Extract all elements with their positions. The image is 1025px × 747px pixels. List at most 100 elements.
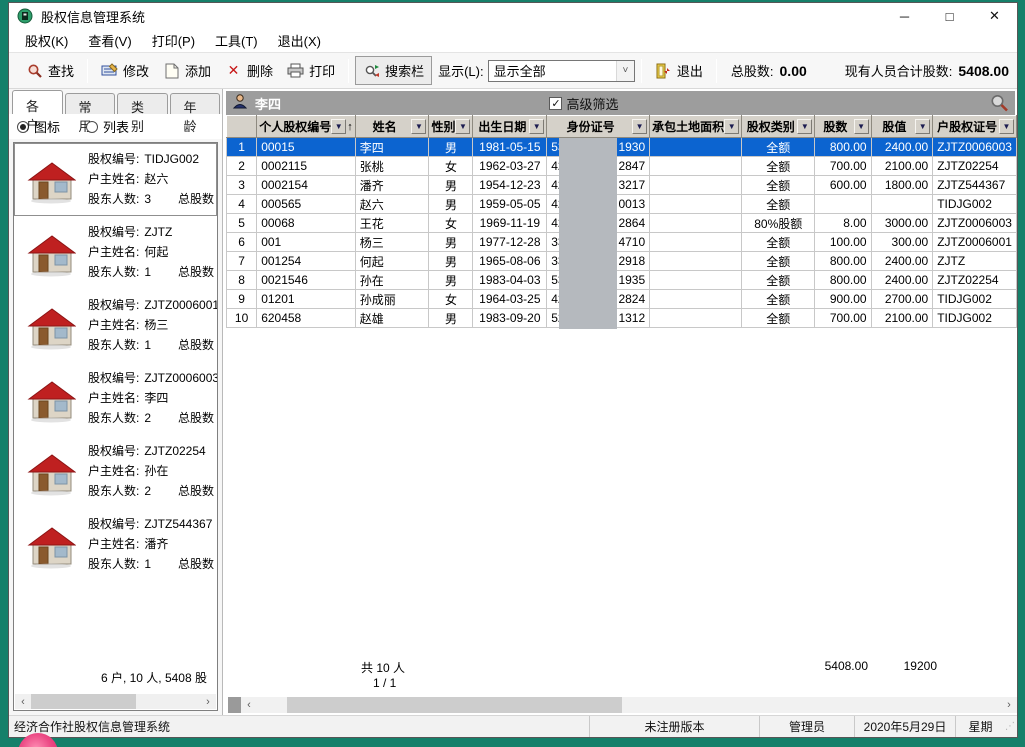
filter-dropdown-icon[interactable]: ▼ xyxy=(999,119,1014,134)
scrollbar-thumb[interactable] xyxy=(287,697,622,713)
owner-name: 潘齐 xyxy=(144,537,168,551)
cell-sex: 男 xyxy=(429,271,473,290)
tab-common[interactable]: 常用 xyxy=(65,93,116,114)
scrollbar-track[interactable] xyxy=(31,694,200,709)
table-row[interactable]: 500068王花女1969-11-1942112286480%股额8.00300… xyxy=(227,214,1017,233)
owner-label: 户主姓名: xyxy=(88,172,139,186)
household-item[interactable]: 股权编号:ZJTZ 户主姓名:何起 股东人数:1总股数 xyxy=(14,216,217,289)
table-row[interactable]: 30002154潘齐男1954-12-23421123217全额600.0018… xyxy=(227,176,1017,195)
menu-item-print[interactable]: 打印(P) xyxy=(142,29,205,52)
household-item[interactable]: 股权编号:ZJTZ0006003 户主姓名:李四 股东人数:2总股数 xyxy=(14,362,217,435)
new-document-icon xyxy=(163,62,180,79)
tab-category[interactable]: 类别 xyxy=(117,93,168,114)
add-button[interactable]: 添加 xyxy=(156,57,218,84)
filter-dropdown-icon[interactable]: ▼ xyxy=(632,119,647,134)
menu-item-equity[interactable]: 股权(K) xyxy=(15,29,78,52)
status-weekday: 星期 xyxy=(955,716,1005,737)
cell-value: 2100.00 xyxy=(871,157,933,176)
household-item[interactable]: 股权编号:TIDJG002 户主姓名:赵六 股东人数:3总股数 xyxy=(14,143,217,216)
equity-code: TIDJG002 xyxy=(144,152,199,166)
scroll-left-icon[interactable]: ‹ xyxy=(15,694,31,709)
column-header-9[interactable]: 股值▼ xyxy=(871,116,933,138)
filter-dropdown-icon[interactable]: ▼ xyxy=(411,119,426,134)
cell-birth: 1977-12-28 xyxy=(473,233,547,252)
table-row[interactable]: 20002115张桃女1962-03-27421122847全额700.0021… xyxy=(227,157,1017,176)
menu-item-exit[interactable]: 退出(X) xyxy=(268,29,331,52)
column-header-6[interactable]: 承包土地面积▼ xyxy=(650,116,742,138)
column-header-4[interactable]: 出生日期▼ xyxy=(473,116,547,138)
filter-dropdown-icon[interactable]: ▼ xyxy=(455,119,470,134)
house-icon xyxy=(26,522,76,570)
column-header-10[interactable]: 户股权证号▼ xyxy=(933,116,1017,138)
table-row[interactable]: 10620458赵雄男1983-09-20522321312全额700.0021… xyxy=(227,309,1017,328)
filter-dropdown-icon[interactable]: ▼ xyxy=(529,119,544,134)
close-button[interactable]: ✕ xyxy=(972,3,1017,29)
status-bar: 经济合作社股权信息管理系统 未注册版本 管理员 2020年5月29日 星期 ⋰ xyxy=(9,715,1017,737)
maximize-button[interactable]: □ xyxy=(927,3,972,29)
print-button[interactable]: 打印 xyxy=(280,57,342,84)
view-list-radio[interactable]: 列表 xyxy=(86,117,129,136)
magnifier-icon[interactable] xyxy=(989,93,1009,113)
filter-dropdown-icon[interactable]: ▼ xyxy=(915,119,930,134)
current-shares-stat: 现有人员合计股数: 5408.00 xyxy=(845,61,1009,80)
column-header-5[interactable]: 身份证号▼ xyxy=(547,116,650,138)
sidebar: 各户 常用 类别 年龄 图标 列表 xyxy=(9,89,223,715)
scrollbar-track[interactable] xyxy=(257,697,1001,713)
tab-age[interactable]: 年龄 xyxy=(170,93,221,114)
filter-dropdown-icon[interactable]: ▼ xyxy=(724,119,739,134)
table-row[interactable]: 80021546孙在男1983-04-03530321935全额800.0024… xyxy=(227,271,1017,290)
main-hscrollbar[interactable]: ‹ › xyxy=(228,697,1017,713)
table-row[interactable]: 6001杨三男1977-12-28332604710全额100.00300.00… xyxy=(227,233,1017,252)
scroll-right-icon[interactable]: › xyxy=(1001,697,1017,713)
household-item[interactable]: 股权编号:ZJTZ544367 户主姓名:潘齐 股东人数:1总股数 xyxy=(14,508,217,581)
scroll-right-icon[interactable]: › xyxy=(200,694,216,709)
chevron-down-icon[interactable]: ˅ xyxy=(616,61,634,81)
menu-item-view[interactable]: 查看(V) xyxy=(78,29,141,52)
display-select[interactable]: 显示全部 ˅ xyxy=(488,60,635,82)
scrollbar-thumb[interactable] xyxy=(31,694,136,709)
total-label: 总股数 xyxy=(178,192,214,206)
searchbar-toggle-button[interactable]: 搜索栏 xyxy=(355,56,432,85)
toolbar-separator xyxy=(716,59,717,83)
column-header-1[interactable]: 个人股权编号▼↑ xyxy=(257,116,356,138)
edit-button[interactable]: 修改 xyxy=(94,57,156,84)
cell-land xyxy=(650,195,742,214)
table-row[interactable]: 4000565赵六男1959-05-05421120013全额TIDJG002 xyxy=(227,195,1017,214)
scroll-left-icon[interactable]: ‹ xyxy=(241,697,257,713)
tab-households[interactable]: 各户 xyxy=(12,90,63,114)
cell-value: 2400.00 xyxy=(871,271,933,290)
table-row[interactable]: 100015李四男1981-05-15532221930全额800.002400… xyxy=(227,138,1017,157)
resize-grip-icon[interactable]: ⋰ xyxy=(1005,721,1017,732)
filter-dropdown-icon[interactable]: ▼ xyxy=(854,119,869,134)
cell-code: 0002154 xyxy=(257,176,356,195)
cell-num: 2 xyxy=(227,157,257,176)
column-header-2[interactable]: 姓名▼ xyxy=(355,116,429,138)
minimize-button[interactable]: ─ xyxy=(882,3,927,29)
current-shares-label: 现有人员合计股数: xyxy=(845,61,953,80)
cell-land xyxy=(650,214,742,233)
cell-code: 00015 xyxy=(257,138,356,157)
cell-shares: 600.00 xyxy=(815,176,871,195)
delete-button[interactable]: ✕ 删除 xyxy=(218,57,280,84)
cell-type: 全额 xyxy=(742,138,815,157)
menu-item-tools[interactable]: 工具(T) xyxy=(205,29,268,52)
filter-dropdown-icon[interactable]: ▼ xyxy=(331,119,346,134)
advanced-filter[interactable]: ✓ 高级筛选 xyxy=(549,94,618,113)
sidebar-hscrollbar[interactable]: ‹ › xyxy=(15,694,216,709)
cell-birth: 1964-03-25 xyxy=(473,290,547,309)
checkbox-checked-icon[interactable]: ✓ xyxy=(549,97,562,110)
cell-shares: 900.00 xyxy=(815,290,871,309)
table-row[interactable]: 7001254何起男1965-08-06332622918全额800.00240… xyxy=(227,252,1017,271)
owner-name: 何起 xyxy=(144,245,168,259)
find-button[interactable]: 查找 xyxy=(19,57,81,84)
filter-dropdown-icon[interactable]: ▼ xyxy=(797,119,812,134)
code-label: 股权编号: xyxy=(88,517,139,531)
column-header-8[interactable]: 股数▼ xyxy=(815,116,871,138)
column-header-7[interactable]: 股权类别▼ xyxy=(742,116,815,138)
column-header-3[interactable]: 性别▼ xyxy=(429,116,473,138)
cell-name: 孙成丽 xyxy=(355,290,429,309)
household-item[interactable]: 股权编号:ZJTZ02254 户主姓名:孙在 股东人数:2总股数 xyxy=(14,435,217,508)
table-row[interactable]: 901201孙成丽女1964-03-25421122824全额900.00270… xyxy=(227,290,1017,309)
household-item[interactable]: 股权编号:ZJTZ0006001 户主姓名:杨三 股东人数:1总股数 xyxy=(14,289,217,362)
exit-button[interactable]: 退出 xyxy=(648,57,710,84)
